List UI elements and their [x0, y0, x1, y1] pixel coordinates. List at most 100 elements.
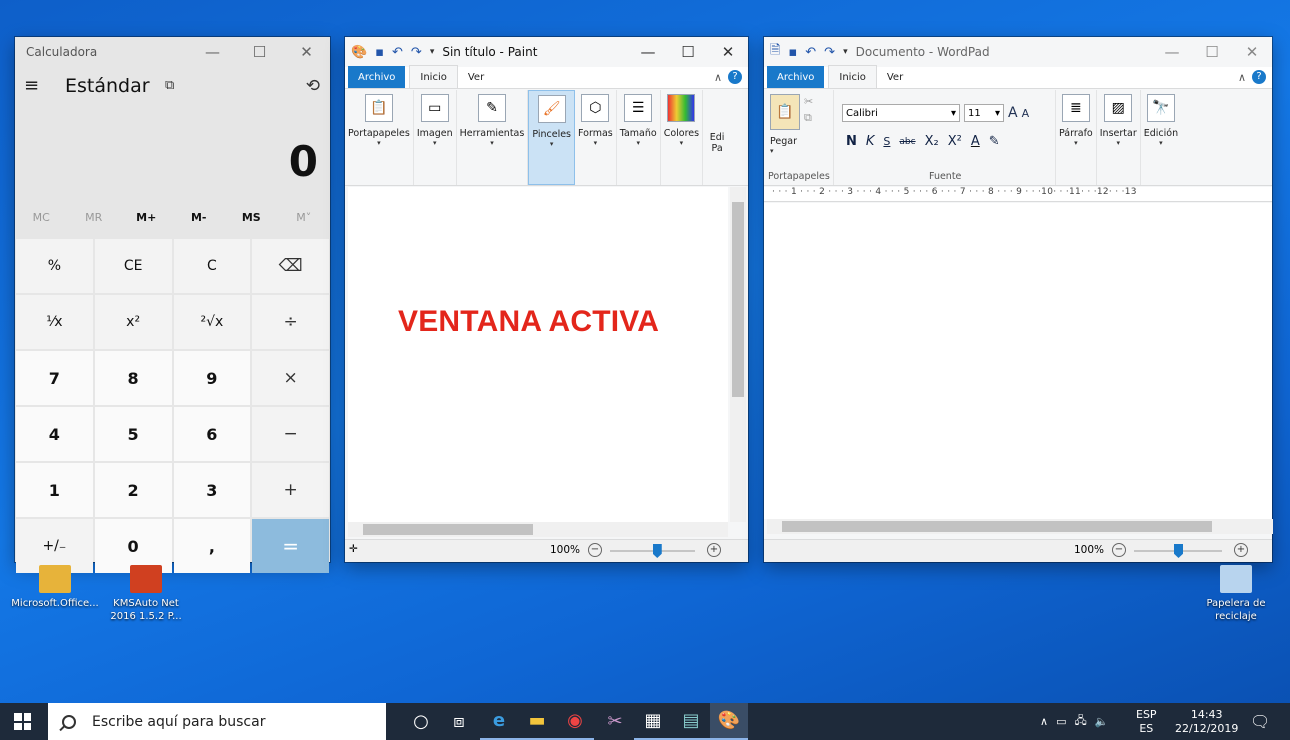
memory-m-list-button[interactable]: M˅ — [278, 211, 331, 233]
group-formas[interactable]: ⬡ Formas ▾ — [575, 90, 617, 185]
key-2-button[interactable]: 2 — [94, 463, 172, 517]
network-icon[interactable]: 🖧 — [1074, 712, 1086, 731]
key-percent-button[interactable]: % — [16, 239, 93, 293]
group-insertar[interactable]: ▨ Insertar ▾ — [1097, 90, 1141, 185]
zoom-slider-thumb[interactable] — [652, 544, 662, 558]
key-add-button[interactable]: + — [252, 463, 329, 517]
group-portapapeles[interactable]: 📋 ✂ ⧉ Pegar ▾ Portapapeles — [764, 90, 834, 185]
save-icon[interactable]: ▪ — [788, 45, 797, 60]
wordpad-window[interactable]: 🗎 ▪ ↶ ↷ ▾ Documento - WordPad — ☐ ✕ Arch… — [764, 37, 1273, 562]
wordpad-titlebar[interactable]: 🗎 ▪ ↶ ↷ ▾ Documento - WordPad — [764, 37, 990, 67]
group-portapapeles[interactable]: 📋 Portapapeles ▾ — [345, 90, 414, 185]
tab-ver[interactable]: Ver — [877, 66, 913, 88]
undo-icon[interactable]: ↶ — [805, 45, 816, 60]
history-icon[interactable]: ⟲ — [306, 76, 320, 96]
maximize-button[interactable]: ☐ — [236, 37, 283, 67]
copy-icon[interactable]: ⧉ — [804, 111, 812, 124]
paint-titlebar[interactable]: 🎨 ▪ ↶ ↷ ▾ Sin título - Paint — [345, 37, 537, 67]
calculator-window[interactable]: Calculadora — ☐ ✕ ≡ Estándar ⧉ ⟲ 0 MC MR M… — [15, 37, 331, 573]
group-tamano[interactable]: ☰ Tamaño ▾ — [617, 90, 661, 185]
language-indicator[interactable]: ESP ES — [1136, 703, 1157, 740]
strikethrough-button[interactable]: S — [883, 135, 890, 148]
desktop-icon-kmsauto[interactable]: KMSAuto Net 2016 1.5.2 P... — [101, 565, 191, 623]
key-reciprocal-button[interactable]: ⅟x — [16, 295, 93, 349]
scroll-thumb[interactable] — [363, 524, 533, 535]
group-herramientas[interactable]: ✎ Herramientas ▾ — [457, 90, 529, 185]
cut-icon[interactable]: ✂ — [804, 95, 813, 108]
collapse-ribbon-icon[interactable]: ∧ — [1238, 71, 1246, 84]
start-button[interactable] — [14, 713, 31, 730]
key-square-button[interactable]: x² — [94, 295, 172, 349]
action-center-icon[interactable]: 🗨 — [1250, 703, 1270, 740]
tab-ver[interactable]: Ver — [458, 66, 494, 88]
edge-icon[interactable]: e — [480, 703, 518, 740]
minimize-button[interactable]: — — [189, 37, 236, 67]
memory-mr-button[interactable]: MR — [68, 211, 121, 233]
tab-archivo[interactable]: Archivo — [348, 66, 406, 88]
task-view-icon[interactable]: ⧈ — [440, 703, 478, 740]
calculator-titlebar[interactable]: Calculadora — ☐ ✕ — [15, 37, 330, 67]
clock[interactable]: 14:43 22/12/2019 — [1175, 703, 1238, 740]
scroll-thumb[interactable] — [782, 521, 1212, 532]
close-button[interactable]: ✕ — [1232, 37, 1272, 67]
font-size-select[interactable]: 11 ▾ — [964, 104, 1004, 122]
maximize-button[interactable]: ☐ — [1192, 37, 1232, 67]
memory-m-plus-button[interactable]: M+ — [120, 211, 173, 233]
keep-on-top-icon[interactable]: ⧉ — [165, 78, 174, 93]
show-hidden-icons-icon[interactable]: ∧ — [1040, 715, 1048, 728]
tab-archivo[interactable]: Archivo — [767, 66, 825, 88]
key-subtract-button[interactable]: − — [252, 407, 329, 461]
key-4-button[interactable]: 4 — [16, 407, 93, 461]
key-5-button[interactable]: 5 — [94, 407, 172, 461]
snipping-tool-icon[interactable]: ✂ — [596, 703, 634, 740]
key-multiply-button[interactable]: × — [252, 351, 329, 405]
battery-icon[interactable]: ▭ — [1056, 715, 1066, 728]
key-clear-entry-button[interactable]: CE — [94, 239, 172, 293]
undo-icon[interactable]: ↶ — [392, 45, 403, 60]
zoom-slider-thumb[interactable] — [1174, 544, 1183, 558]
tab-inicio[interactable]: Inicio — [409, 65, 458, 88]
calculator-icon[interactable]: ▦ — [634, 703, 672, 740]
group-pinceles[interactable]: 🖌 Pinceles ▾ — [528, 90, 576, 185]
font-family-select[interactable]: Calibri ▾ — [842, 104, 960, 122]
zoom-in-button[interactable]: + — [1234, 543, 1248, 557]
redo-icon[interactable]: ↷ — [411, 45, 422, 60]
grow-font-icon[interactable]: A — [1008, 105, 1018, 121]
paint-icon[interactable]: 🎨 — [710, 703, 748, 740]
scroll-thumb[interactable] — [732, 202, 744, 397]
key-divide-button[interactable]: ÷ — [252, 295, 329, 349]
desktop-icon-recycle-bin[interactable]: Papelera de reciclaje — [1191, 565, 1281, 623]
vertical-scrollbar[interactable] — [730, 187, 746, 522]
key-equals-button[interactable]: = — [252, 519, 329, 573]
tab-inicio[interactable]: Inicio — [828, 65, 877, 88]
memory-ms-button[interactable]: MS — [225, 211, 278, 233]
group-parrafo[interactable]: ≣ Párrafo ▾ — [1056, 90, 1097, 185]
memory-mc-button[interactable]: MC — [15, 211, 68, 233]
key-9-button[interactable]: 9 — [173, 351, 251, 405]
close-button[interactable]: ✕ — [708, 37, 748, 67]
group-imagen[interactable]: ▭ Imagen ▾ — [414, 90, 457, 185]
ruler[interactable]: · · · 1 · · · 2 · · · 3 · · · 4 · · · 5 … — [764, 187, 1272, 202]
maximize-button[interactable]: ☐ — [668, 37, 708, 67]
key-clear-button[interactable]: C — [173, 239, 251, 293]
chrome-icon[interactable]: ◉ — [556, 703, 594, 740]
shrink-font-icon[interactable]: A — [1022, 107, 1030, 120]
zoom-out-button[interactable]: − — [1112, 543, 1126, 557]
desktop-icon-office[interactable]: Microsoft.Office... — [10, 565, 100, 610]
customize-qat-icon[interactable]: ▾ — [430, 47, 435, 57]
horizontal-scrollbar[interactable] — [767, 519, 1273, 534]
italic-button[interactable]: K — [866, 134, 875, 149]
save-icon[interactable]: ▪ — [375, 45, 384, 60]
zoom-slider[interactable] — [610, 550, 695, 552]
key-1-button[interactable]: 1 — [16, 463, 93, 517]
zoom-in-button[interactable]: + — [707, 543, 721, 557]
strike-abc-button[interactable]: abc — [899, 137, 915, 147]
key-square-root-button[interactable]: ²√x — [173, 295, 251, 349]
wordpad-icon[interactable]: ▤ — [672, 703, 710, 740]
highlight-icon[interactable]: ✎ — [989, 134, 1000, 149]
font-color-button[interactable]: A — [971, 134, 980, 149]
volume-icon[interactable]: 🔈 — [1095, 715, 1109, 728]
customize-qat-icon[interactable]: ▾ — [843, 47, 848, 57]
redo-icon[interactable]: ↷ — [824, 45, 835, 60]
group-colores[interactable]: Colores ▾ — [661, 90, 704, 185]
